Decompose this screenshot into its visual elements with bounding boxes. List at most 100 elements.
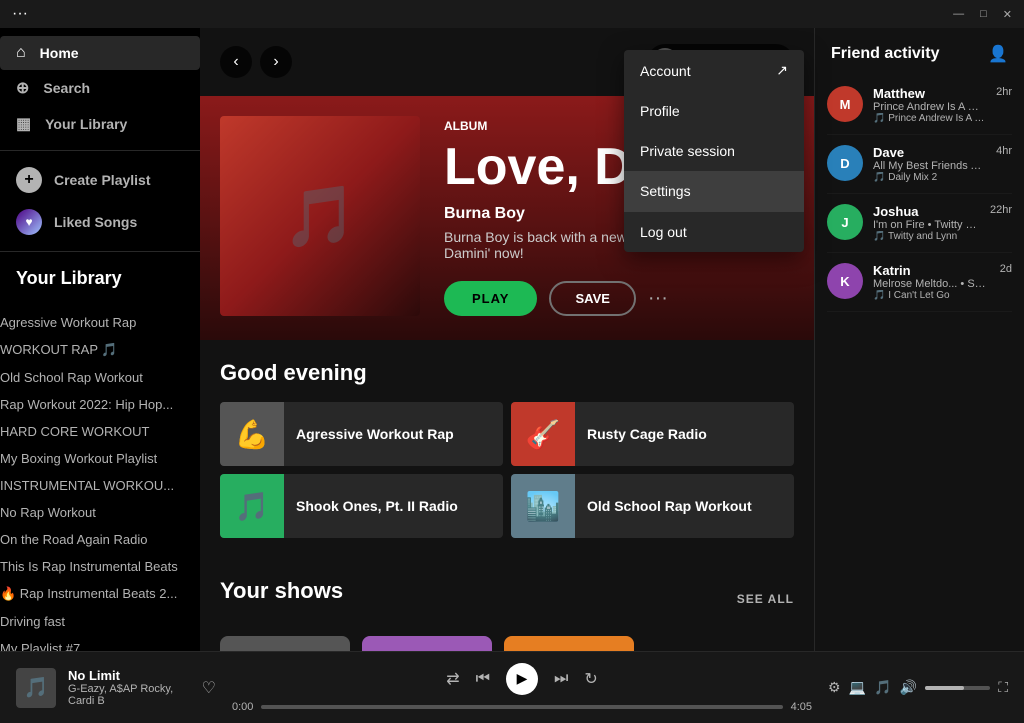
album-actions: PLAY SAVE ··· [444,281,794,316]
sidebar-item-search[interactable]: ⊕ Search [0,70,200,106]
friend-activity-title: Friend activity [831,45,939,63]
dropdown-private-session[interactable]: Private session [624,131,804,171]
create-playlist-label: Create Playlist [54,172,151,188]
external-link-icon: ↗ [776,62,788,79]
library-item-7[interactable]: No Rap Workout [0,499,200,526]
fullscreen-button[interactable]: ⛶ [998,679,1008,696]
library-item-2[interactable]: Old School Rap Workout [0,364,200,391]
library-item-10[interactable]: 🔥 Rap Instrumental Beats 2... [0,580,200,608]
player-right: ⚙ 💻 🎵 🔊 ⛶ [828,679,1008,696]
sidebar-item-home[interactable]: ⌂ Home [0,36,200,70]
library-icon: ▦ [16,114,31,134]
sidebar-item-library[interactable]: ▦ Your Library [0,106,200,142]
shows-header: Your shows SEE ALL [220,578,794,620]
friend-item-1[interactable]: D Dave All My Best Friends Ar... • Less … [827,135,1012,194]
minimize-button[interactable]: — [953,8,964,21]
forward-button[interactable]: › [260,46,292,78]
dropdown-menu: Account ↗ Profile Private session Settin… [624,50,804,252]
show-card-3[interactable]: 🎤 [504,636,634,651]
volume-button[interactable]: 🔊 [899,679,916,696]
sidebar-nav: ⌂ Home ⊕ Search ▦ Your Library [0,28,200,150]
shows-row: 🎙️ 🎧 🎤 [220,636,794,651]
library-item-0[interactable]: Agressive Workout Rap [0,309,200,336]
card-label-1: Rusty Cage Radio [575,425,719,443]
playlist-card-3[interactable]: 🏙️ Old School Rap Workout [511,474,794,538]
dropdown-logout[interactable]: Log out [624,212,804,252]
previous-button[interactable]: ⏮ [476,670,490,688]
card-thumb-3: 🏙️ [511,474,575,538]
friend-name-2: Joshua [873,204,980,219]
title-bar: ··· — □ ✕ [0,0,1024,28]
library-item-4[interactable]: HARD CORE WORKOUT [0,418,200,445]
close-button[interactable]: ✕ [1003,8,1012,21]
repeat-button[interactable]: ↻ [584,669,597,689]
friend-name-1: Dave [873,145,986,160]
volume-fill [925,686,964,690]
back-button[interactable]: ‹ [220,46,252,78]
your-library-title: Your Library [16,260,184,301]
playlist-card-0[interactable]: 💪 Agressive Workout Rap [220,402,503,466]
card-thumb-0: 💪 [220,402,284,466]
progress-bar-container: 0:00 4:05 [232,701,812,713]
search-icon: ⊕ [16,78,29,98]
volume-bar[interactable] [925,686,990,690]
show-thumb-2: 🎧 [362,636,492,651]
play-pause-button[interactable]: ▶ [506,663,538,695]
library-item-9[interactable]: This Is Rap Instrumental Beats [0,553,200,580]
friend-time-2: 22hr [990,204,1012,242]
player-controls: ⇄ ⏮ ▶ ⏭ ↻ 0:00 4:05 [232,663,812,713]
dropdown-account[interactable]: Account ↗ [624,50,804,91]
account-label: Account [640,63,691,79]
playlist-card-2[interactable]: 🎵 Shook Ones, Pt. II Radio [220,474,503,538]
library-item-1[interactable]: WORKOUT RAP 🎵 [0,336,200,364]
card-thumb-2: 🎵 [220,474,284,538]
profile-label: Profile [640,103,680,119]
friend-item-0[interactable]: M Matthew Prince Andrew Is A Swea... • T… [827,76,1012,135]
show-card-1[interactable]: 🎙️ [220,636,350,651]
library-item-6[interactable]: INSTRUMENTAL WORKOU... [0,472,200,499]
library-item-12[interactable]: My Playlist #7 [0,635,200,651]
lyrics-button[interactable]: 🎵 [874,679,891,696]
library-item-8[interactable]: On the Road Again Radio [0,526,200,553]
dropdown-settings[interactable]: Settings [624,171,804,211]
save-button[interactable]: SAVE [549,281,635,316]
playlist-card-1[interactable]: 🎸 Rusty Cage Radio [511,402,794,466]
see-all-button[interactable]: SEE ALL [737,592,794,606]
maximize-button[interactable]: □ [980,8,987,21]
friend-info-3: Katrin Melrose Meltdo... • Suki Waterhou… [873,263,990,301]
library-item-11[interactable]: Driving fast [0,608,200,635]
sidebar-library-label: Your Library [45,116,127,132]
title-bar-dots: ··· [12,5,28,23]
create-playlist-icon: + [16,167,42,193]
friend-time-1: 4hr [996,145,1012,183]
progress-bar[interactable] [261,705,782,709]
main-layout: ⌂ Home ⊕ Search ▦ Your Library + Create … [0,28,1024,651]
dropdown-profile[interactable]: Profile [624,91,804,131]
title-bar-controls[interactable]: — □ ✕ [953,8,1012,21]
liked-songs-item[interactable]: ♥ Liked Songs [16,201,184,243]
liked-songs-icon: ♥ [16,209,42,235]
friend-avatar-3: K [827,263,863,299]
show-card-2[interactable]: 🎧 [362,636,492,651]
library-item-3[interactable]: Rap Workout 2022: Hip Hop... [0,391,200,418]
shuffle-button[interactable]: ⇄ [446,669,459,689]
play-button[interactable]: PLAY [444,281,537,316]
devices-button[interactable]: 💻 [849,679,866,696]
private-session-label: Private session [640,143,735,159]
nav-arrows: ‹ › [220,46,292,78]
friend-activity-person-icon[interactable]: 👤 [988,44,1008,64]
heart-button[interactable]: ♡ [202,678,216,698]
friend-track-2: I'm on Fire • Twitty and Lynn [873,219,980,231]
shows-title: Your shows [220,578,343,604]
queue-button[interactable]: ⚙ [828,679,841,696]
right-sidebar: Friend activity 👤 M Matthew Prince Andre… [814,28,1024,651]
right-sidebar-header: Friend activity 👤 [815,28,1024,76]
total-time: 4:05 [791,701,812,713]
next-button[interactable]: ⏭ [554,670,568,688]
more-options-button[interactable]: ··· [648,287,668,310]
friend-item-2[interactable]: J Joshua I'm on Fire • Twitty and Lynn 🎵… [827,194,1012,253]
card-label-2: Shook Ones, Pt. II Radio [284,497,470,515]
friend-item-3[interactable]: K Katrin Melrose Meltdo... • Suki Waterh… [827,253,1012,312]
create-playlist-item[interactable]: + Create Playlist [16,159,184,201]
library-item-5[interactable]: My Boxing Workout Playlist [0,445,200,472]
